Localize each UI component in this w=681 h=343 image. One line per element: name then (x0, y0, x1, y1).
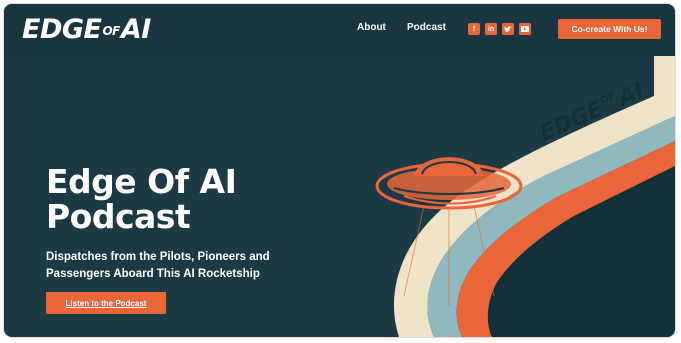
logo-of: OF (102, 24, 120, 38)
hero-title: Edge Of AI Podcast (46, 164, 346, 234)
site-logo[interactable]: EDGEOFAI (22, 14, 151, 46)
facebook-icon[interactable]: f (468, 23, 480, 35)
linkedin-icon[interactable]: in (485, 23, 497, 35)
hero-subtitle-line1: Dispatches from the Pilots, Pioneers and (46, 251, 270, 263)
logo-ai: AI (120, 14, 151, 45)
hero-artwork: EDGE OF AI (375, 56, 675, 337)
hero-subtitle-line2: Passengers Aboard This AI Rocketship (46, 268, 260, 280)
nav-podcast-link[interactable]: Podcast (407, 22, 446, 33)
top-nav: EDGEOFAI About Podcast f in Co-create Wi… (4, 4, 675, 56)
hero-title-line2: Podcast (46, 197, 191, 236)
sign-of: OF (599, 91, 617, 107)
page-frame: EDGEOFAI About Podcast f in Co-create Wi… (4, 4, 675, 337)
logo-edge: EDGE (22, 14, 102, 45)
co-create-button[interactable]: Co-create With Us! (558, 19, 661, 39)
nav-about-link[interactable]: About (357, 22, 386, 33)
hero-title-line1: Edge Of AI (46, 162, 237, 201)
twitter-icon[interactable] (502, 23, 514, 35)
listen-to-podcast-button[interactable]: Listen to the Podcast (46, 292, 166, 314)
hero-subtitle: Dispatches from the Pilots, Pioneers and… (46, 249, 346, 283)
youtube-icon[interactable] (519, 23, 531, 35)
